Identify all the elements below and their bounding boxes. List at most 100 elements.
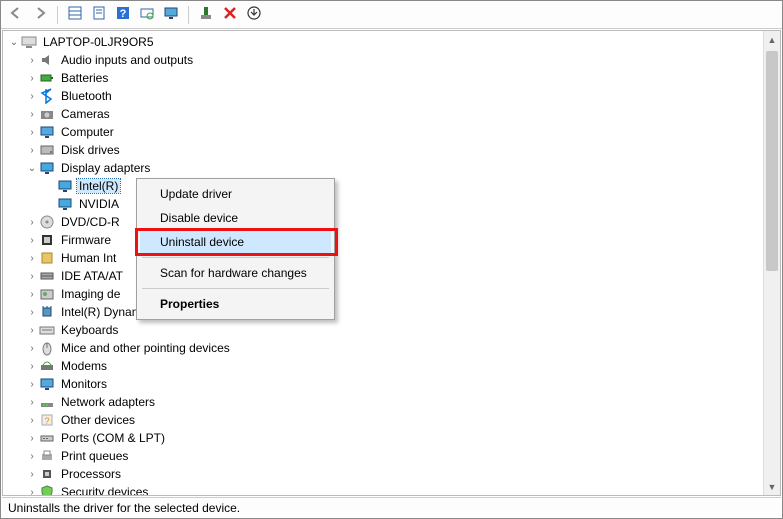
modem-icon [39,358,55,374]
chevron-right-icon[interactable]: › [25,307,39,318]
tree-node[interactable]: ›Computer [3,123,763,141]
status-bar: Uninstalls the driver for the selected d… [2,497,781,517]
display-icon [57,196,73,212]
tree-node[interactable]: › Cameras [3,105,763,123]
context-menu-item[interactable]: Scan for hardware changes [140,261,331,285]
context-menu-item[interactable]: Update driver [140,182,331,206]
tree-node-label: Imaging de [59,287,122,301]
remove-device-button[interactable] [219,4,241,26]
chevron-right-icon[interactable]: › [25,451,39,462]
tree-node[interactable]: › Mice and other pointing devices [3,339,763,357]
remove-icon [223,6,237,23]
tree-node[interactable]: ›Print queues [3,447,763,465]
update-driver-button[interactable] [160,4,182,26]
tree-node[interactable]: ›Ports (COM & LPT) [3,429,763,447]
tree-node-label: Audio inputs and outputs [59,53,195,67]
tree-node[interactable]: ›Bluetooth [3,87,763,105]
tree-node-label: Security devices [59,485,150,495]
tree-node[interactable]: › IDE ATA/AT [3,267,763,285]
install-button[interactable] [243,4,265,26]
tree-node[interactable]: › Security devices [3,483,763,495]
chevron-right-icon[interactable]: › [25,253,39,264]
tree-node[interactable]: ›Intel(R) Dynamic Platform and Thermal F… [3,303,763,321]
chevron-right-icon[interactable]: › [25,73,39,84]
tree-node[interactable]: › Batteries [3,69,763,87]
help-button[interactable]: ? [112,4,134,26]
scroll-up-arrow-icon[interactable]: ▲ [764,31,780,48]
tree-node[interactable]: Intel(R) [3,177,763,195]
keyboard-icon [39,322,55,338]
properties-button[interactable] [88,4,110,26]
toolbar-separator [188,6,189,24]
chevron-right-icon[interactable]: › [25,217,39,228]
back-button[interactable] [5,4,27,26]
context-menu-item[interactable]: Uninstall device [140,230,331,254]
chevron-right-icon[interactable]: › [25,397,39,408]
forward-button[interactable] [29,4,51,26]
chevron-right-icon[interactable]: › [25,487,39,496]
chevron-right-icon[interactable]: › [25,289,39,300]
imaging-icon [39,286,55,302]
display-icon [57,178,73,194]
tree-node-label: Batteries [59,71,110,85]
device-tree[interactable]: ⌄LAPTOP-0LJR9OR5 › Audio inputs and output… [3,31,763,495]
status-text: Uninstalls the driver for the selected d… [8,501,240,515]
tree-node[interactable]: ›Network adapters [3,393,763,411]
tree-node[interactable]: › Human Int [3,249,763,267]
chevron-right-icon[interactable]: › [25,109,39,120]
tree-node[interactable]: ›Keyboards [3,321,763,339]
tree-node[interactable]: ›Firmware [3,231,763,249]
chevron-right-icon[interactable]: › [25,433,39,444]
cdrom-icon [39,214,55,230]
tree-node-label: Intel(R) [77,179,120,193]
chevron-right-icon[interactable]: › [25,343,39,354]
chevron-right-icon[interactable]: › [25,235,39,246]
tree-node[interactable]: ⌄Display adapters [3,159,763,177]
chevron-right-icon[interactable]: › [25,361,39,372]
tree-node[interactable]: NVIDIA [3,195,763,213]
add-legacy-button[interactable] [195,4,217,26]
tree-node[interactable]: › Imaging de [3,285,763,303]
tree-node[interactable]: ›Monitors [3,375,763,393]
disk-icon [39,142,55,158]
tree-node[interactable]: ›DVD/CD-R [3,213,763,231]
context-menu-separator [142,288,329,289]
tree-node[interactable]: ⌄LAPTOP-0LJR9OR5 [3,33,763,51]
show-hidden-button[interactable] [64,4,86,26]
chevron-right-icon[interactable]: › [25,55,39,66]
context-menu-separator [142,257,329,258]
tree-node-label: IDE ATA/AT [59,269,125,283]
scroll-down-arrow-icon[interactable]: ▼ [764,478,780,495]
printer-icon [39,448,55,464]
context-menu: Update driverDisable deviceUninstall dev… [136,178,335,320]
context-menu-item[interactable]: Properties [140,292,331,316]
chevron-right-icon[interactable]: › [25,379,39,390]
chevron-down-icon[interactable]: ⌄ [25,163,39,174]
context-menu-item[interactable]: Disable device [140,206,331,230]
chevron-right-icon[interactable]: › [25,469,39,480]
tree-node[interactable]: ›Processors [3,465,763,483]
down-arrow-circle-icon [247,6,261,23]
vertical-scrollbar[interactable]: ▲ ▼ [763,31,780,495]
other-icon: ? [39,412,55,428]
chevron-right-icon[interactable]: › [25,415,39,426]
scrollbar-thumb[interactable] [766,51,778,271]
mouse-icon [39,340,55,356]
bluetooth-icon [39,88,55,104]
chevron-right-icon[interactable]: › [25,271,39,282]
firmware-icon [39,232,55,248]
tree-node[interactable]: ›Disk drives [3,141,763,159]
chevron-right-icon[interactable]: › [25,91,39,102]
tree-node[interactable]: › Audio inputs and outputs [3,51,763,69]
tree-node-label: Cameras [59,107,112,121]
chevron-right-icon[interactable]: › [25,127,39,138]
tree-node-label: Mice and other pointing devices [59,341,232,355]
chevron-down-icon[interactable]: ⌄ [7,37,21,48]
scan-hardware-button[interactable] [136,4,158,26]
tree-node[interactable]: ›Modems [3,357,763,375]
monitor-icon [39,376,55,392]
tree-node[interactable]: ›?Other devices [3,411,763,429]
chevron-right-icon[interactable]: › [25,145,39,156]
tree-node-label: Human Int [59,251,118,265]
chevron-right-icon[interactable]: › [25,325,39,336]
